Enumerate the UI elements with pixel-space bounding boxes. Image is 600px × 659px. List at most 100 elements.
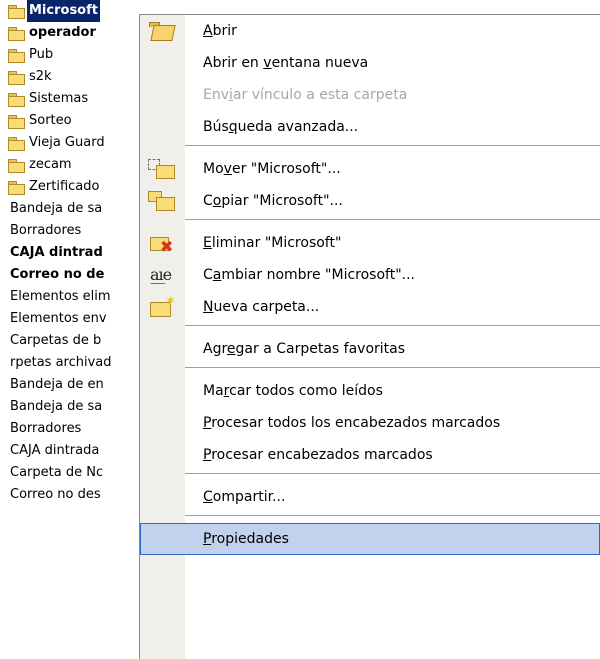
folder-item-sorteo[interactable]: Sorteo xyxy=(0,110,74,132)
folder-item-caja-entrada-2[interactable]: CAJA dintrada xyxy=(0,440,101,462)
menu-item-label-text: Abrir en xyxy=(203,55,264,71)
folder-label: s2k xyxy=(29,69,52,84)
menu-item-label-text: Agr xyxy=(203,341,227,357)
menu-item-copiar[interactable]: Copiar "Microsoft"... xyxy=(140,185,600,217)
menu-item-icon-slot xyxy=(140,79,185,111)
menu-item-label-text: ropiedades xyxy=(211,531,289,547)
menu-separator xyxy=(185,325,600,326)
menu-item-label: Búsqueda avanzada... xyxy=(185,111,358,143)
menu-item-label-text: car todos como leídos xyxy=(229,383,383,399)
menu-separator xyxy=(185,145,600,146)
menu-item-icon-slot xyxy=(140,375,185,407)
folder-label: Bandeja de en xyxy=(10,377,104,392)
menu-item-icon-slot xyxy=(140,481,185,513)
folder-item-s2k[interactable]: s2k xyxy=(0,66,54,88)
menu-item-label: Eliminar "Microsoft" xyxy=(185,227,341,259)
menu-item-busqueda-avanzada[interactable]: Búsqueda avanzada... xyxy=(140,111,600,143)
menu-item-accelerator: e xyxy=(226,341,236,357)
folder-item-zecam[interactable]: zecam xyxy=(0,154,74,176)
menu-item-mover[interactable]: Mover "Microsoft"... xyxy=(140,153,600,185)
menu-item-accelerator: N xyxy=(203,299,214,315)
folder-item-vieja-guardia[interactable]: Vieja Guard xyxy=(0,132,107,154)
folder-item-bandeja-entrada[interactable]: Bandeja de en xyxy=(0,374,106,396)
menu-item-label-text: rocesar encabezados marcados xyxy=(211,447,433,463)
menu-item-icon-slot xyxy=(140,523,185,555)
folder-icon xyxy=(8,136,25,151)
menu-item-label: Propiedades xyxy=(185,523,289,555)
menu-item-icon-slot xyxy=(140,407,185,439)
folder-label: Sorteo xyxy=(29,113,72,128)
menu-item-abrir-ventana-nueva[interactable]: Abrir en ventana nueva xyxy=(140,47,600,79)
menu-item-compartir[interactable]: Compartir... xyxy=(140,481,600,513)
menu-item-eliminar[interactable]: ✖ Eliminar "Microsoft" xyxy=(140,227,600,259)
menu-item-agregar-favoritas[interactable]: Agregar a Carpetas favoritas xyxy=(140,333,600,365)
menu-item-icon-slot xyxy=(140,47,185,79)
folder-item-carpeta-notas[interactable]: Carpeta de Nc xyxy=(0,462,105,484)
menu-item-label-text: entana nueva xyxy=(271,55,369,71)
folder-icon xyxy=(8,158,25,173)
menu-item-icon-slot xyxy=(140,439,185,471)
menu-item-label: Abrir xyxy=(185,15,237,47)
folder-item-sistemas[interactable]: Sistemas xyxy=(0,88,90,110)
folder-item-zertificado[interactable]: Zertificado xyxy=(0,176,101,198)
menu-item-accelerator: P xyxy=(203,531,212,547)
menu-item-accelerator: v xyxy=(223,161,232,177)
menu-item-label-text: ompartir... xyxy=(212,489,286,505)
menu-item-accelerator: P xyxy=(203,447,212,463)
folder-label: Borradores xyxy=(10,421,82,436)
menu-item-label-text: piar "Microsoft"... xyxy=(221,193,343,209)
menu-item-label-text: brir xyxy=(212,23,237,39)
folder-label: CAJA dintrad xyxy=(10,245,103,260)
folder-icon xyxy=(8,92,25,107)
folder-icon xyxy=(8,70,25,85)
folder-item-operador[interactable]: operador xyxy=(0,22,98,44)
folder-item-bandeja-salida-2[interactable]: Bandeja de sa xyxy=(0,396,104,418)
menu-item-label: Procesar encabezados marcados xyxy=(185,439,433,471)
menu-item-label: Enviar vínculo a esta carpeta xyxy=(185,79,407,111)
folder-label: Sistemas xyxy=(29,91,89,106)
folder-label: Carpeta de Nc xyxy=(10,465,104,480)
folder-item-pub[interactable]: Pub xyxy=(0,44,55,66)
rename-icon: a̲ı̲e xyxy=(150,265,172,284)
menu-item-marcar-leidos[interactable]: Marcar todos como leídos xyxy=(140,375,600,407)
menu-item-procesar-encabezados[interactable]: Procesar encabezados marcados xyxy=(140,439,600,471)
folder-item-caja-entrada[interactable]: CAJA dintrad xyxy=(0,242,105,264)
menu-item-cambiar-nombre[interactable]: a̲ı̲e Cambiar nombre "Microsoft"... xyxy=(140,259,600,291)
folder-item-elementos-eliminados[interactable]: Elementos elim xyxy=(0,286,113,308)
menu-item-label: Compartir... xyxy=(185,481,285,513)
menu-item-label: Nueva carpeta... xyxy=(185,291,319,323)
menu-item-label: Cambiar nombre "Microsoft"... xyxy=(185,259,415,291)
menu-item-label-text: Mo xyxy=(203,161,224,177)
folder-label: Bandeja de sa xyxy=(10,201,103,216)
folder-item-microsoft[interactable]: Microsoft xyxy=(0,0,100,22)
menu-item-label-text: liminar "Microsoft" xyxy=(211,235,342,251)
menu-item-procesar-todos-encabezados[interactable]: Procesar todos los encabezados marcados xyxy=(140,407,600,439)
folder-label: Correo no des xyxy=(10,487,101,502)
menu-item-nueva-carpeta[interactable]: ✶ Nueva carpeta... xyxy=(140,291,600,323)
folder-item-correo-no-deseado[interactable]: Correo no de xyxy=(0,264,106,286)
folder-item-carpetas-busqueda[interactable]: Carpetas de b xyxy=(0,330,103,352)
folder-item-correo-no-deseado-2[interactable]: Correo no des xyxy=(0,484,103,506)
folder-item-bandeja-salida[interactable]: Bandeja de sa xyxy=(0,198,104,220)
folder-icon xyxy=(8,4,25,19)
delete-folder-icon: ✖ xyxy=(140,227,185,259)
menu-separator xyxy=(185,367,600,368)
folder-label: Zertificado xyxy=(29,179,100,194)
folder-item-borradores-2[interactable]: Borradores xyxy=(0,418,83,440)
menu-item-accelerator: v xyxy=(263,55,272,71)
menu-item-label-text: gar a Carpetas favoritas xyxy=(235,341,406,357)
folder-label: Correo no de xyxy=(10,267,105,282)
menu-item-propiedades[interactable]: Propiedades xyxy=(140,523,600,555)
menu-item-accelerator: A xyxy=(203,23,213,39)
menu-item-label: Procesar todos los encabezados marcados xyxy=(185,407,500,439)
folder-item-carpetas-archivadas[interactable]: rpetas archivad xyxy=(0,352,114,374)
folder-label: Carpetas de b xyxy=(10,333,102,348)
menu-item-accelerator: P xyxy=(203,415,212,431)
menu-item-label: Marcar todos como leídos xyxy=(185,375,383,407)
folder-item-borradores[interactable]: Borradores xyxy=(0,220,83,242)
menu-item-abrir[interactable]: Abrir xyxy=(140,15,600,47)
menu-item-label-text: rocesar todos los encabezados marcados xyxy=(211,415,501,431)
folder-label: rpetas archivad xyxy=(10,355,112,370)
folder-item-elementos-enviados[interactable]: Elementos env xyxy=(0,308,109,330)
folder-icon xyxy=(8,180,25,195)
